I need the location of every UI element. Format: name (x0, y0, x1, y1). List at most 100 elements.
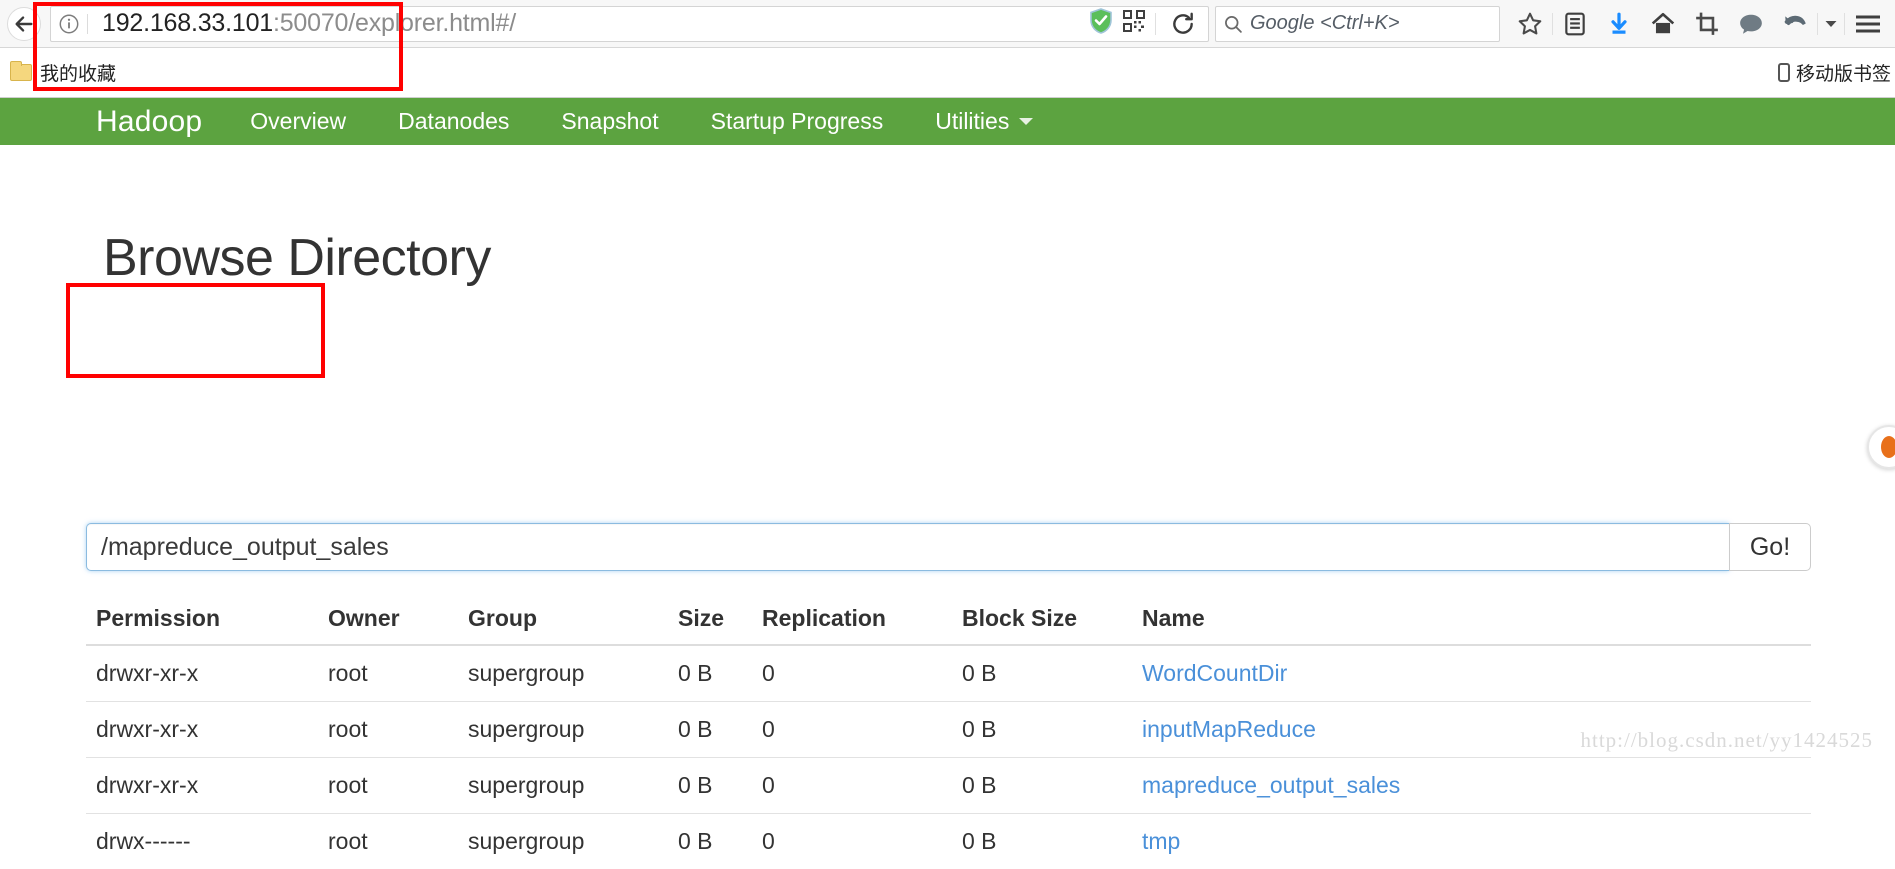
column-header-permission[interactable]: Permission (86, 593, 318, 645)
path-input[interactable] (86, 523, 1729, 571)
bookmark-mobile-bookmarks[interactable]: 移动版书签 (1778, 59, 1895, 86)
mobile-phone-icon (1778, 63, 1790, 82)
column-header-group[interactable]: Group (458, 593, 668, 645)
cell-permission: drwxr-xr-x (86, 758, 318, 814)
bookmark-folder-my-favorites[interactable]: 我的收藏 (0, 59, 126, 86)
table-header: Permission Owner Group Size Replication … (86, 593, 1811, 645)
table-header-row: Permission Owner Group Size Replication … (86, 593, 1811, 645)
browser-toolbar: 192.168.33.101:50070/explorer.html#/ (0, 0, 1895, 48)
bookmark-star-icon[interactable] (1508, 2, 1552, 46)
cell-group: supergroup (458, 814, 668, 869)
cell-owner: root (318, 814, 458, 869)
nav-item-datanodes[interactable]: Datanodes (372, 108, 535, 135)
chat-bubble-icon[interactable] (1729, 2, 1773, 46)
file-link[interactable]: inputMapReduce (1142, 716, 1316, 742)
hadoop-navbar: Hadoop Overview Datanodes Snapshot Start… (0, 98, 1895, 145)
nav-item-utilities-label: Utilities (935, 108, 1009, 135)
cell-size: 0 B (668, 645, 752, 702)
hadoop-brand[interactable]: Hadoop (0, 105, 224, 139)
page-info-icon[interactable] (51, 13, 87, 35)
orange-circle-icon (1881, 436, 1895, 458)
nav-item-snapshot[interactable]: Snapshot (535, 108, 684, 135)
downloads-icon[interactable] (1597, 2, 1641, 46)
cell-block-size: 0 B (952, 758, 1132, 814)
undo-close-tab-icon[interactable] (1773, 2, 1817, 46)
overflow-chevron-icon[interactable] (1818, 2, 1844, 46)
nav-item-utilities[interactable]: Utilities (909, 108, 1059, 135)
table-row: drwxr-xr-x root supergroup 0 B 0 0 B Wor… (86, 645, 1811, 702)
toolbar-divider (1155, 13, 1156, 35)
table-body: drwxr-xr-x root supergroup 0 B 0 0 B Wor… (86, 645, 1811, 869)
cell-size: 0 B (668, 702, 752, 758)
back-arrow-icon[interactable] (7, 7, 41, 41)
url-path: :50070/explorer.html#/ (273, 9, 516, 37)
browser-tool-icons (1508, 2, 1895, 46)
cell-replication: 0 (752, 814, 952, 869)
cell-group: supergroup (458, 645, 668, 702)
cell-block-size: 0 B (952, 645, 1132, 702)
cell-size: 0 B (668, 758, 752, 814)
search-icon (1216, 14, 1250, 34)
table-row: drwxr-xr-x root supergroup 0 B 0 0 B map… (86, 758, 1811, 814)
security-shield-icon[interactable] (1089, 8, 1113, 39)
cell-replication: 0 (752, 645, 952, 702)
cell-name: tmp (1132, 814, 1811, 869)
search-bar[interactable]: Google <Ctrl+K> (1215, 6, 1500, 42)
cell-size: 0 B (668, 814, 752, 869)
cell-block-size: 0 B (952, 814, 1132, 869)
file-link[interactable]: WordCountDir (1142, 660, 1287, 686)
cell-owner: root (318, 645, 458, 702)
qr-code-icon[interactable] (1123, 10, 1145, 37)
back-button[interactable] (0, 0, 48, 48)
cell-permission: drwx------ (86, 814, 318, 869)
nav-item-snapshot-label: Snapshot (561, 108, 658, 135)
screenshot-crop-icon[interactable] (1685, 2, 1729, 46)
directory-listing-table: Permission Owner Group Size Replication … (86, 593, 1811, 869)
cell-block-size: 0 B (952, 702, 1132, 758)
watermark-text: http://blog.csdn.net/yy1424525 (1581, 728, 1874, 753)
file-link[interactable]: mapreduce_output_sales (1142, 772, 1400, 798)
cell-name: mapreduce_output_sales (1132, 758, 1811, 814)
cell-owner: root (318, 702, 458, 758)
bookmarks-bar: 我的收藏 移动版书签 (0, 48, 1895, 98)
bookmark-folder-label: 我的收藏 (40, 59, 116, 86)
cell-replication: 0 (752, 702, 952, 758)
cell-group: supergroup (458, 702, 668, 758)
nav-item-datanodes-label: Datanodes (398, 108, 509, 135)
search-input[interactable]: Google <Ctrl+K> (1250, 12, 1400, 35)
cell-name: WordCountDir (1132, 645, 1811, 702)
folder-icon (10, 64, 32, 81)
nav-item-startup-progress[interactable]: Startup Progress (685, 108, 910, 135)
go-button[interactable]: Go! (1729, 523, 1811, 571)
floating-widget-icon[interactable] (1867, 425, 1895, 469)
page-content: Browse Directory Go! Permission Owner Gr… (0, 145, 1895, 767)
nav-item-startup-progress-label: Startup Progress (711, 108, 884, 135)
column-header-owner[interactable]: Owner (318, 593, 458, 645)
mobile-bookmarks-label: 移动版书签 (1796, 59, 1891, 86)
menu-hamburger-icon[interactable] (1845, 2, 1891, 46)
column-header-replication[interactable]: Replication (752, 593, 952, 645)
cell-group: supergroup (458, 758, 668, 814)
cell-permission: drwxr-xr-x (86, 702, 318, 758)
column-header-size[interactable]: Size (668, 593, 752, 645)
table-row: drwx------ root supergroup 0 B 0 0 B tmp (86, 814, 1811, 869)
file-link[interactable]: tmp (1142, 828, 1180, 854)
cell-permission: drwxr-xr-x (86, 645, 318, 702)
chevron-down-icon (1019, 118, 1033, 125)
cell-replication: 0 (752, 758, 952, 814)
column-header-block-size[interactable]: Block Size (952, 593, 1132, 645)
home-icon[interactable] (1641, 2, 1685, 46)
cell-owner: root (318, 758, 458, 814)
nav-item-overview-label: Overview (250, 108, 346, 135)
table-row: drwxr-xr-x root supergroup 0 B 0 0 B inp… (86, 702, 1811, 758)
page-title: Browse Directory (103, 228, 491, 288)
reload-icon[interactable] (1166, 7, 1200, 41)
reading-list-icon[interactable] (1553, 2, 1597, 46)
column-header-name[interactable]: Name (1132, 593, 1811, 645)
path-input-group: Go! (86, 523, 1811, 571)
nav-item-overview[interactable]: Overview (224, 108, 372, 135)
address-bar-text[interactable]: 192.168.33.101:50070/explorer.html#/ (88, 9, 516, 38)
address-bar-actions (1089, 7, 1208, 41)
url-host: 192.168.33.101 (102, 9, 273, 37)
address-bar[interactable]: 192.168.33.101:50070/explorer.html#/ (50, 6, 1209, 42)
